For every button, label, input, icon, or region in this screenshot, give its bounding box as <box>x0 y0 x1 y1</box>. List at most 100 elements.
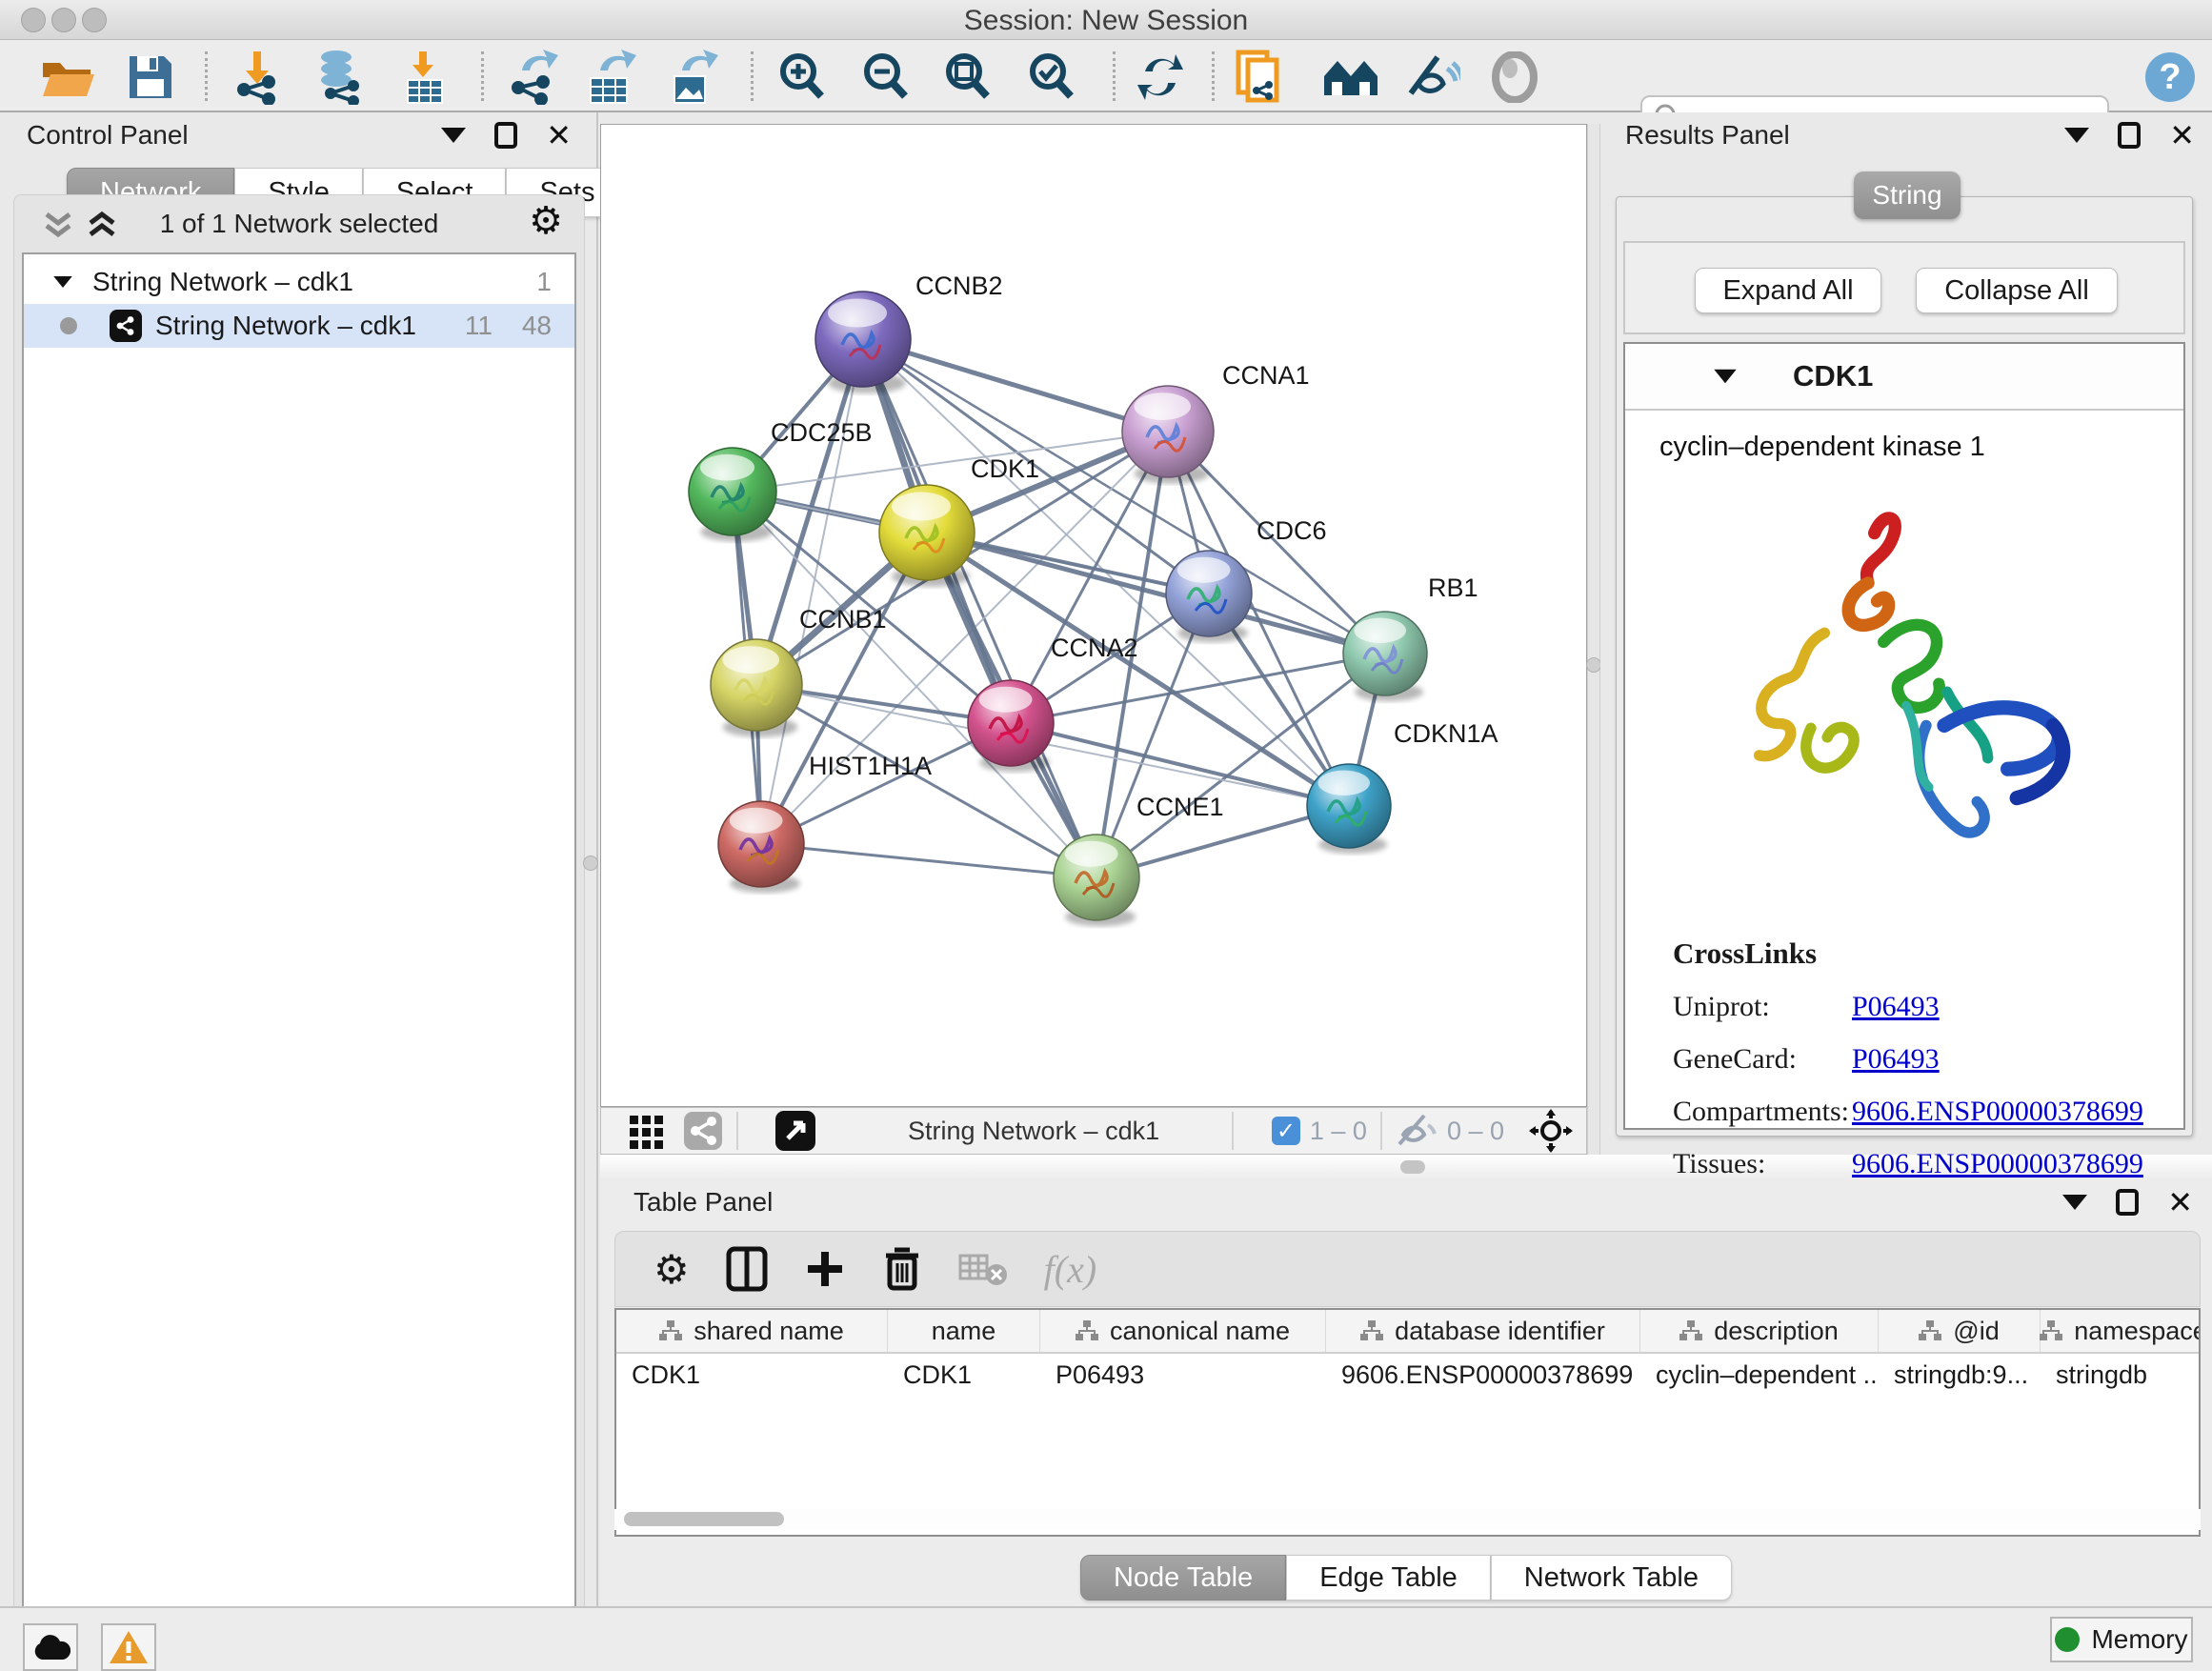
cell-canonical-name[interactable]: P06493 <box>1040 1360 1326 1390</box>
network-view-icon[interactable] <box>683 1111 723 1151</box>
cell-database-identifier[interactable]: 9606.ENSP00000378699 <box>1326 1360 1640 1390</box>
entry-collapse-icon[interactable] <box>1714 370 1736 383</box>
add-row-icon[interactable] <box>804 1248 846 1290</box>
cell-name[interactable]: CDK1 <box>888 1360 1040 1390</box>
show-all-homes-icon[interactable] <box>1322 50 1379 105</box>
cell-namespace[interactable]: stringdb <box>2041 1360 2201 1390</box>
column-header-shared-name[interactable]: shared name <box>616 1310 888 1352</box>
refresh-icon[interactable] <box>1132 50 1189 105</box>
entry-header[interactable]: CDK1 <box>1625 344 2183 411</box>
close-table-icon[interactable]: ✕ <box>2167 1189 2193 1216</box>
collapse-panel-icon[interactable] <box>441 128 466 143</box>
float-table-icon[interactable] <box>2116 1189 2139 1216</box>
warning-button[interactable] <box>101 1623 156 1671</box>
cell-shared-name[interactable]: CDK1 <box>616 1360 888 1390</box>
left-splitter-handle[interactable] <box>583 856 598 871</box>
float-panel-icon[interactable] <box>494 122 517 149</box>
collapse-all-button[interactable]: Collapse All <box>1916 268 2118 313</box>
network-options-gear-icon[interactable]: ⚙ <box>529 199 563 243</box>
open-session-icon[interactable] <box>38 50 95 105</box>
main-toolbar: ? <box>0 40 2212 112</box>
right-splitter[interactable] <box>1587 124 1600 1155</box>
network-edge-CDK1-RB1[interactable] <box>927 533 1385 654</box>
cloud-button[interactable] <box>23 1623 78 1671</box>
memory-button[interactable]: Memory <box>2050 1617 2193 1662</box>
function-builder-icon[interactable]: f(x) <box>1044 1247 1097 1292</box>
tab-node-table[interactable]: Node Table <box>1080 1555 1286 1601</box>
expand-all-button[interactable]: Expand All <box>1695 268 1881 313</box>
network-node-CCNA2[interactable] <box>968 680 1054 772</box>
cell-description[interactable]: cyclin–dependent ... <box>1640 1360 1879 1390</box>
tree-expand-icon[interactable] <box>53 276 72 288</box>
delete-table-icon[interactable] <box>958 1250 1008 1288</box>
network-row[interactable]: String Network – cdk1 11 48 <box>24 304 574 348</box>
column-header--id[interactable]: @id <box>1879 1310 2041 1352</box>
clone-network-icon[interactable] <box>1231 50 1288 105</box>
crosslink-label: Uniprot: <box>1673 991 1852 1023</box>
network-edge-CCNB2-CCNE1[interactable] <box>863 339 1096 877</box>
network-node-CDKN1A[interactable] <box>1307 764 1391 854</box>
network-node-HIST1H1A[interactable] <box>718 801 804 893</box>
column-header-namespace[interactable]: namespace <box>2041 1310 2201 1352</box>
network-node-CCNE1[interactable] <box>1054 835 1139 926</box>
close-panel-icon[interactable]: ✕ <box>546 122 572 149</box>
tab-edge-table[interactable]: Edge Table <box>1286 1555 1491 1601</box>
hierarchy-icon <box>2040 1320 2062 1341</box>
birds-eye-view-icon[interactable] <box>774 1110 816 1152</box>
export-network-icon[interactable] <box>503 50 560 105</box>
network-node-CCNB1[interactable] <box>711 639 802 737</box>
network-edge-RB1-CCNA2[interactable] <box>1011 654 1385 723</box>
pan-crosshair-icon[interactable] <box>1529 1109 1573 1153</box>
cell--id[interactable]: stringdb:9... <box>1879 1360 2041 1390</box>
zoom-out-icon[interactable] <box>857 50 915 105</box>
network-node-CDC6[interactable] <box>1166 551 1252 642</box>
column-label: canonical name <box>1110 1317 1290 1346</box>
column-header-name[interactable]: name <box>888 1310 1040 1352</box>
help-icon[interactable]: ? <box>2142 50 2199 105</box>
hidden-eye-icon[interactable] <box>1396 1114 1438 1148</box>
import-database-icon[interactable] <box>311 50 368 105</box>
network-node-RB1[interactable] <box>1343 612 1427 701</box>
scrollbar-thumb[interactable] <box>624 1512 784 1526</box>
selected-checkbox-icon[interactable]: ✓ <box>1272 1117 1300 1145</box>
crosslink-link[interactable]: P06493 <box>1852 1043 1940 1076</box>
export-image-icon[interactable] <box>663 50 720 105</box>
tab-network-table[interactable]: Network Table <box>1491 1555 1732 1601</box>
network-node-CDK1[interactable] <box>879 485 975 587</box>
delete-row-icon[interactable] <box>882 1246 922 1292</box>
column-header-description[interactable]: description <box>1640 1310 1879 1352</box>
inactive-eye-icon[interactable] <box>1486 50 1543 105</box>
crosslink-link[interactable]: 9606.ENSP00000378699 <box>1852 1096 2143 1128</box>
node-table[interactable]: shared namename canonical name database id… <box>614 1308 2201 1537</box>
crosslink-link[interactable]: P06493 <box>1852 991 1940 1023</box>
zoom-selected-icon[interactable] <box>1023 50 1080 105</box>
network-node-CDC25B[interactable] <box>689 448 776 541</box>
column-header-canonical-name[interactable]: canonical name <box>1040 1310 1326 1352</box>
column-header-database-identifier[interactable]: database identifier <box>1326 1310 1640 1352</box>
zoom-in-icon[interactable] <box>774 50 831 105</box>
import-network-icon[interactable] <box>229 50 286 105</box>
show-columns-icon[interactable] <box>726 1246 768 1292</box>
collapse-results-icon[interactable] <box>2064 128 2089 143</box>
float-results-icon[interactable] <box>2118 122 2141 149</box>
table-settings-gear-icon[interactable]: ⚙ <box>654 1246 690 1293</box>
save-session-icon[interactable] <box>122 50 179 105</box>
network-collection-row[interactable]: String Network – cdk1 1 <box>24 260 574 304</box>
table-row[interactable]: CDK1CDK1P064939606.ENSP00000378699cyclin… <box>616 1354 2199 1396</box>
network-canvas[interactable]: CCNB2CCNA1CDC25BCDK1CDC6RB1CCNB1CCNA2CDK… <box>600 124 1587 1107</box>
collapse-table-icon[interactable] <box>2062 1195 2087 1210</box>
import-table-icon[interactable] <box>396 50 453 105</box>
crosslink-link[interactable]: 9606.ENSP00000378699 <box>1852 1148 2143 1180</box>
hide-selected-eye-icon[interactable] <box>1404 50 1461 105</box>
zoom-fit-icon[interactable] <box>939 50 996 105</box>
right-splitter-handle[interactable] <box>1586 657 1601 673</box>
tab-string[interactable]: String <box>1854 171 1961 219</box>
network-node-CCNA1[interactable] <box>1122 386 1214 484</box>
export-table-icon[interactable] <box>581 50 638 105</box>
results-panel: Results Panel ✕ String Expand All Collap… <box>1600 112 2212 1155</box>
close-results-icon[interactable]: ✕ <box>2169 122 2195 149</box>
horizontal-splitter-handle[interactable] <box>1400 1160 1425 1174</box>
entry-description: cyclin–dependent kinase 1 <box>1659 432 1985 463</box>
grid-view-icon[interactable] <box>628 1112 666 1150</box>
table-horizontal-scrollbar[interactable] <box>614 1509 2201 1530</box>
